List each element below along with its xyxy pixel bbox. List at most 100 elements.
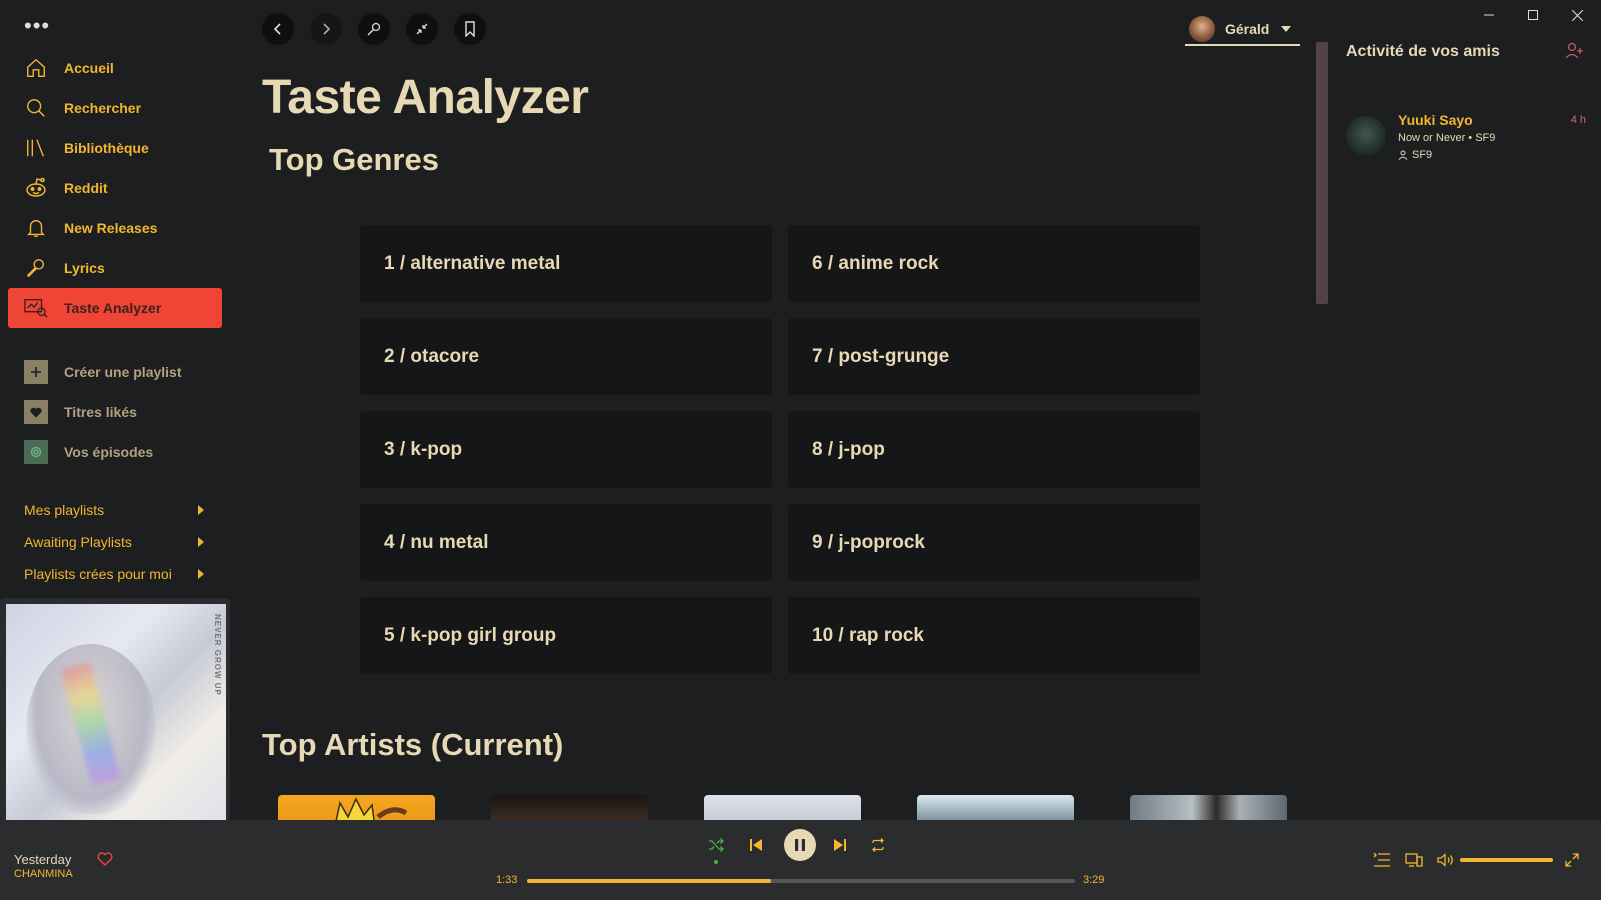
repeat-button[interactable] xyxy=(862,829,894,861)
avatar xyxy=(1189,16,1215,42)
fullscreen-button[interactable] xyxy=(1560,848,1584,872)
track-title[interactable]: Yesterday xyxy=(14,852,71,867)
friend-name[interactable]: Yuuki Sayo xyxy=(1398,112,1473,128)
genre-card[interactable]: 2 / otacore xyxy=(360,318,772,395)
artist-card[interactable] xyxy=(491,795,648,820)
back-button[interactable] xyxy=(262,13,294,45)
queue-icon xyxy=(1373,853,1390,867)
nav-item-lyrics[interactable]: Lyrics xyxy=(8,248,222,288)
minimize-button[interactable] xyxy=(1467,0,1511,30)
volume-slider[interactable] xyxy=(1460,858,1553,862)
add-friend-icon[interactable] xyxy=(1565,42,1583,65)
playlist-folder-label: Awaiting Playlists xyxy=(24,534,132,550)
bookmark-button[interactable] xyxy=(454,13,486,45)
lyrics-shortcut-button[interactable] xyxy=(358,13,390,45)
genre-card[interactable]: 3 / k-pop xyxy=(360,411,772,488)
artists-row xyxy=(278,795,1287,820)
lib-label: Vos épisodes xyxy=(64,444,154,460)
volume-fill xyxy=(1460,858,1553,862)
chevron-right-icon xyxy=(198,505,204,515)
search-icon xyxy=(24,96,48,120)
close-button[interactable] xyxy=(1555,0,1599,30)
menu-dots-button[interactable]: ••• xyxy=(24,15,50,37)
playback-controls xyxy=(700,829,900,864)
library-section: Créer une playlist Titres likés Vos épis… xyxy=(8,352,222,472)
playlist-folder[interactable]: Playlists crées pour moi xyxy=(24,558,204,590)
friend-activity-panel: Activité de vos amis Yuuki Sayo Now or N… xyxy=(1329,0,1601,820)
genre-card[interactable]: 10 / rap rock xyxy=(788,597,1200,674)
user-menu-button[interactable]: Gérald xyxy=(1185,14,1300,46)
create-playlist-button[interactable]: Créer une playlist xyxy=(8,352,222,392)
volume-button[interactable] xyxy=(1434,848,1458,872)
shuffle-active-dot xyxy=(714,860,718,864)
track-artist[interactable]: CHANMINA xyxy=(14,868,73,880)
nav-item-new-releases[interactable]: New Releases xyxy=(8,208,222,248)
nav-item-home[interactable]: Accueil xyxy=(8,48,222,88)
queue-button[interactable] xyxy=(1370,848,1394,872)
sidebar: ••• Accueil Rechercher Bibliothèque Redd… xyxy=(0,0,230,820)
previous-button[interactable] xyxy=(740,829,772,861)
nav-label: Rechercher xyxy=(64,100,142,116)
playlist-folder[interactable]: Awaiting Playlists xyxy=(24,526,204,558)
artist-card[interactable] xyxy=(1130,795,1287,820)
expand-icon xyxy=(1565,853,1579,867)
artist-card[interactable] xyxy=(917,795,1074,820)
artist-card[interactable] xyxy=(704,795,861,820)
window-controls xyxy=(1467,0,1601,30)
current-time: 1:33 xyxy=(496,874,518,886)
genre-card[interactable]: 6 / anime rock xyxy=(788,225,1200,302)
avatar[interactable] xyxy=(1346,116,1386,156)
liked-songs-link[interactable]: Titres likés xyxy=(8,392,222,432)
chevron-right-icon xyxy=(198,537,204,547)
progress-bar[interactable] xyxy=(527,879,1075,883)
heart-icon xyxy=(24,400,48,424)
nav-item-search[interactable]: Rechercher xyxy=(8,88,222,128)
genre-card[interactable]: 4 / nu metal xyxy=(360,504,772,581)
friend-song[interactable]: Now or Never • SF9 xyxy=(1398,132,1495,144)
main-view: Taste Analyzer Top Genres 1 / alternativ… xyxy=(230,0,1316,820)
user-icon xyxy=(1398,150,1408,160)
nav-label: New Releases xyxy=(64,220,158,236)
nav-item-library[interactable]: Bibliothèque xyxy=(8,128,222,168)
main-scrollbar[interactable] xyxy=(1316,42,1328,304)
home-icon xyxy=(24,56,48,80)
podcast-icon xyxy=(24,440,48,464)
heart-icon[interactable] xyxy=(97,852,113,871)
nav-label: Bibliothèque xyxy=(64,140,149,156)
progress-fill xyxy=(527,879,771,883)
nav-item-reddit[interactable]: Reddit xyxy=(8,168,222,208)
genre-card[interactable]: 9 / j-poprock xyxy=(788,504,1200,581)
nav-label: Accueil xyxy=(64,60,114,76)
episodes-link[interactable]: Vos épisodes xyxy=(8,432,222,472)
pause-button[interactable] xyxy=(784,829,816,861)
maximize-button[interactable] xyxy=(1511,0,1555,30)
now-playing-cover[interactable]: NEVER GROW UP xyxy=(0,598,230,820)
next-button[interactable] xyxy=(824,829,856,861)
microphone-icon xyxy=(24,256,48,280)
album-art: NEVER GROW UP xyxy=(6,604,226,820)
bell-icon xyxy=(24,216,48,240)
genre-card[interactable]: 5 / k-pop girl group xyxy=(360,597,772,674)
compress-icon[interactable] xyxy=(406,13,438,45)
pause-icon xyxy=(795,839,805,851)
forward-button[interactable] xyxy=(310,13,342,45)
friend-source[interactable]: SF9 xyxy=(1398,149,1432,161)
genre-card[interactable]: 8 / j-pop xyxy=(788,411,1200,488)
total-time: 3:29 xyxy=(1083,874,1105,886)
playlists-section: Mes playlists Awaiting Playlists Playlis… xyxy=(24,494,204,590)
playlist-folder-label: Playlists crées pour moi xyxy=(24,566,172,582)
chevron-right-icon xyxy=(198,569,204,579)
nav-label: Taste Analyzer xyxy=(64,300,162,316)
friend-activity-item: Yuuki Sayo Now or Never • SF9 SF9 4 h xyxy=(1346,112,1586,172)
devices-button[interactable] xyxy=(1402,848,1426,872)
nav-item-taste-analyzer[interactable]: Taste Analyzer xyxy=(8,288,222,328)
previous-icon xyxy=(750,839,762,851)
genre-card[interactable]: 7 / post-grunge xyxy=(788,318,1200,395)
artist-card[interactable] xyxy=(278,795,435,820)
lib-label: Créer une playlist xyxy=(64,364,182,380)
playlist-folder[interactable]: Mes playlists xyxy=(24,494,204,526)
volume-icon xyxy=(1437,853,1453,867)
genre-card[interactable]: 1 / alternative metal xyxy=(360,225,772,302)
cover-text: NEVER GROW UP xyxy=(213,614,222,696)
shuffle-button[interactable] xyxy=(700,829,732,864)
